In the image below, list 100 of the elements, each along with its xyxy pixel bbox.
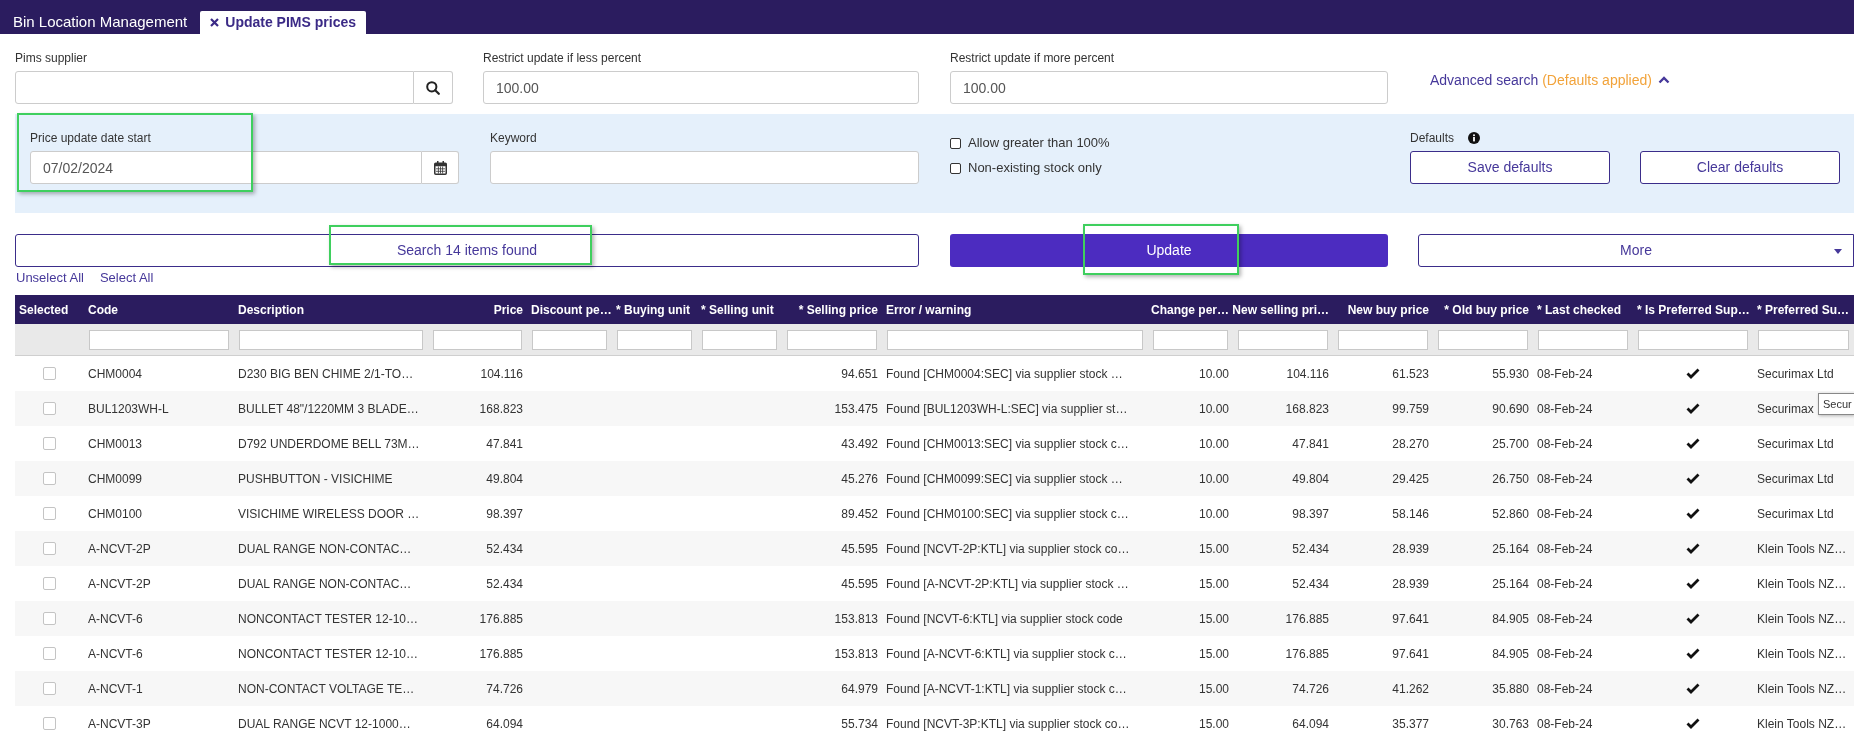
filter-input[interactable] <box>617 329 692 350</box>
defaults-button[interactable]: Save defaults <box>1410 151 1610 184</box>
table-cell-text: 10.00 <box>1198 505 1229 523</box>
column-header[interactable]: * Selling price <box>782 295 882 324</box>
column-header[interactable]: Code <box>84 295 234 324</box>
table-cell-text: 45.595 <box>841 575 878 593</box>
column-header[interactable]: * Old buy price <box>1433 295 1533 324</box>
row-checkbox[interactable] <box>43 682 56 695</box>
search-button[interactable] <box>414 71 453 104</box>
close-icon[interactable] <box>210 18 220 27</box>
checkbox[interactable] <box>950 162 961 174</box>
table-row[interactable]: A-NCVT-2P DUAL RANGE NON-CONTAC… 52.434 45.595 Found [NCVT-2P:KTL] via supplier stock co… 15.00 52.434 28.939 25.164 08-Feb-24 Klein Tools NZ… <box>15 531 1854 566</box>
column-header[interactable]: New buy price <box>1333 295 1433 324</box>
table-cell-text: A-NCVT-6 <box>88 645 143 663</box>
column-header[interactable]: Selected <box>15 295 84 324</box>
tab[interactable]: Update PIMS prices <box>200 11 366 34</box>
dropdown-button[interactable]: More <box>1418 234 1854 267</box>
filter-input[interactable] <box>89 329 229 350</box>
input-field[interactable]: 100.00 <box>950 71 1388 104</box>
filter-input[interactable] <box>532 329 607 350</box>
primary-button[interactable]: Update <box>950 234 1388 267</box>
table-row[interactable]: A-NCVT-1 NON-CONTACT VOLTAGE TE… 74.726 64.979 Found [A-NCVT-1:KTL] via supplier stock c… 15.00 74.726 41.262 35.880 08-Feb-24 Klein Tools NZ… <box>15 671 1854 706</box>
field-label: Price update date start <box>30 130 152 146</box>
filter-input[interactable] <box>1238 329 1328 350</box>
row-checkbox[interactable] <box>43 717 56 730</box>
table-cell-text: 52.434 <box>486 540 523 558</box>
column-header[interactable]: * Last checked <box>1533 295 1633 324</box>
table-cell-text: Klein Tools NZ… <box>1757 610 1847 628</box>
row-checkbox[interactable] <box>43 542 56 555</box>
filter-input[interactable] <box>702 329 777 350</box>
filter-input[interactable] <box>1438 329 1528 350</box>
table-cell-text: 45.595 <box>841 540 878 558</box>
column-header[interactable]: Discount pe… <box>527 295 612 324</box>
table-cell-text: PUSHBUTTON - VISICHIME <box>238 470 393 488</box>
table-cell-text: 30.763 <box>1492 715 1529 733</box>
column-header[interactable]: Description <box>234 295 428 324</box>
table-cell-text: 64.094 <box>486 715 523 733</box>
selection-link[interactable]: Unselect All <box>16 270 84 286</box>
column-header[interactable]: * Preferred Su… <box>1753 295 1854 324</box>
table-cell-text: 08-Feb-24 <box>1537 435 1593 453</box>
row-checkbox[interactable] <box>43 507 56 520</box>
column-header[interactable]: Price <box>428 295 527 324</box>
filter-input[interactable] <box>239 329 423 350</box>
filter-input[interactable] <box>1338 329 1428 350</box>
table-cell-text: Securimax <box>1757 400 1814 418</box>
calendar-button[interactable] <box>422 151 459 184</box>
selection-link[interactable]: Select All <box>99 270 154 286</box>
table-cell-text: 153.475 <box>834 400 878 418</box>
row-checkbox[interactable] <box>43 437 56 450</box>
tab-label: Update PIMS prices <box>225 13 356 32</box>
input-field[interactable] <box>15 71 414 104</box>
table-cell-text: Found [CHM0004:SEC] via supplier stock … <box>886 365 1123 383</box>
table-cell-text: BULLET 48"/1220MM 3 BLADE… <box>238 400 419 418</box>
table-cell-text: CHM0013 <box>88 435 143 453</box>
table-cell-text: Found [CHM0013:SEC] via supplier stock c… <box>886 435 1129 453</box>
table-row[interactable]: CHM0099 PUSHBUTTON - VISICHIME 49.804 45.276 Found [CHM0099:SEC] via supplier stock … 10.00 49.804 29.425 26.750 08-Feb-24 Securimax Ltd <box>15 461 1854 496</box>
table-cell-text: DUAL RANGE NON-CONTAC… <box>238 575 412 593</box>
row-checkbox[interactable] <box>43 577 56 590</box>
column-header[interactable]: * Is Preferred Sup… <box>1633 295 1753 324</box>
filter-input[interactable] <box>1538 329 1628 350</box>
date-field[interactable]: 07/02/2024 <box>30 151 422 184</box>
tab[interactable]: Bin Location Management <box>0 11 201 34</box>
table-cell-text: 94.651 <box>841 365 878 383</box>
column-header[interactable]: New selling pri… <box>1233 295 1333 324</box>
column-header[interactable]: * Selling unit <box>697 295 782 324</box>
filter-input[interactable] <box>787 329 877 350</box>
table-cell-text: 10.00 <box>1198 400 1229 418</box>
table-cell-text: 74.726 <box>486 680 523 698</box>
column-header[interactable]: Change per… <box>1148 295 1233 324</box>
row-checkbox[interactable] <box>43 647 56 660</box>
table-cell-text: DUAL RANGE NCVT 12-1000… <box>238 715 411 733</box>
table-cell-text: 41.262 <box>1392 680 1429 698</box>
row-checkbox[interactable] <box>43 472 56 485</box>
search-button[interactable]: Search 14 items found <box>15 234 919 267</box>
table-cell-text: 153.813 <box>834 610 878 628</box>
filter-input[interactable] <box>1758 329 1849 350</box>
filter-input[interactable] <box>1638 329 1748 350</box>
column-header[interactable]: * Buying unit <box>612 295 697 324</box>
row-checkbox[interactable] <box>43 367 56 380</box>
column-header[interactable]: Error / warning <box>882 295 1148 324</box>
filter-input[interactable] <box>887 329 1143 350</box>
table-cell-text: 35.377 <box>1392 715 1429 733</box>
filter-input[interactable] <box>433 329 522 350</box>
field-label: Restrict update if more percent <box>950 50 1116 66</box>
row-checkbox[interactable] <box>43 612 56 625</box>
filter-input[interactable] <box>1153 329 1228 350</box>
table-cell-text: CHM0004 <box>88 365 143 383</box>
table-row[interactable]: A-NCVT-6 NONCONTACT TESTER 12-10… 176.885 153.813 Found [NCVT-6:KTL] via supplier stock code 15.00 176.885 97.641 84.905 08-Feb-24 Klein Tools NZ… <box>15 601 1854 636</box>
table-cell-text: 43.492 <box>841 435 878 453</box>
defaults-button[interactable]: Clear defaults <box>1640 151 1840 184</box>
field-label: Pims supplier <box>15 50 89 66</box>
table-cell-text: 153.813 <box>834 645 878 663</box>
checkbox[interactable] <box>950 137 961 149</box>
table-cell-text: Found [A-NCVT-2P:KTL] via supplier stock … <box>886 575 1129 593</box>
input-field[interactable] <box>490 151 919 184</box>
row-checkbox[interactable] <box>43 402 56 415</box>
advanced-search-toggle[interactable]: Advanced search (Defaults applied) <box>1430 70 1670 90</box>
table-cell-text: 47.841 <box>1292 435 1329 453</box>
input-field[interactable]: 100.00 <box>483 71 919 104</box>
table-cell-text: DUAL RANGE NON-CONTAC… <box>238 540 412 558</box>
